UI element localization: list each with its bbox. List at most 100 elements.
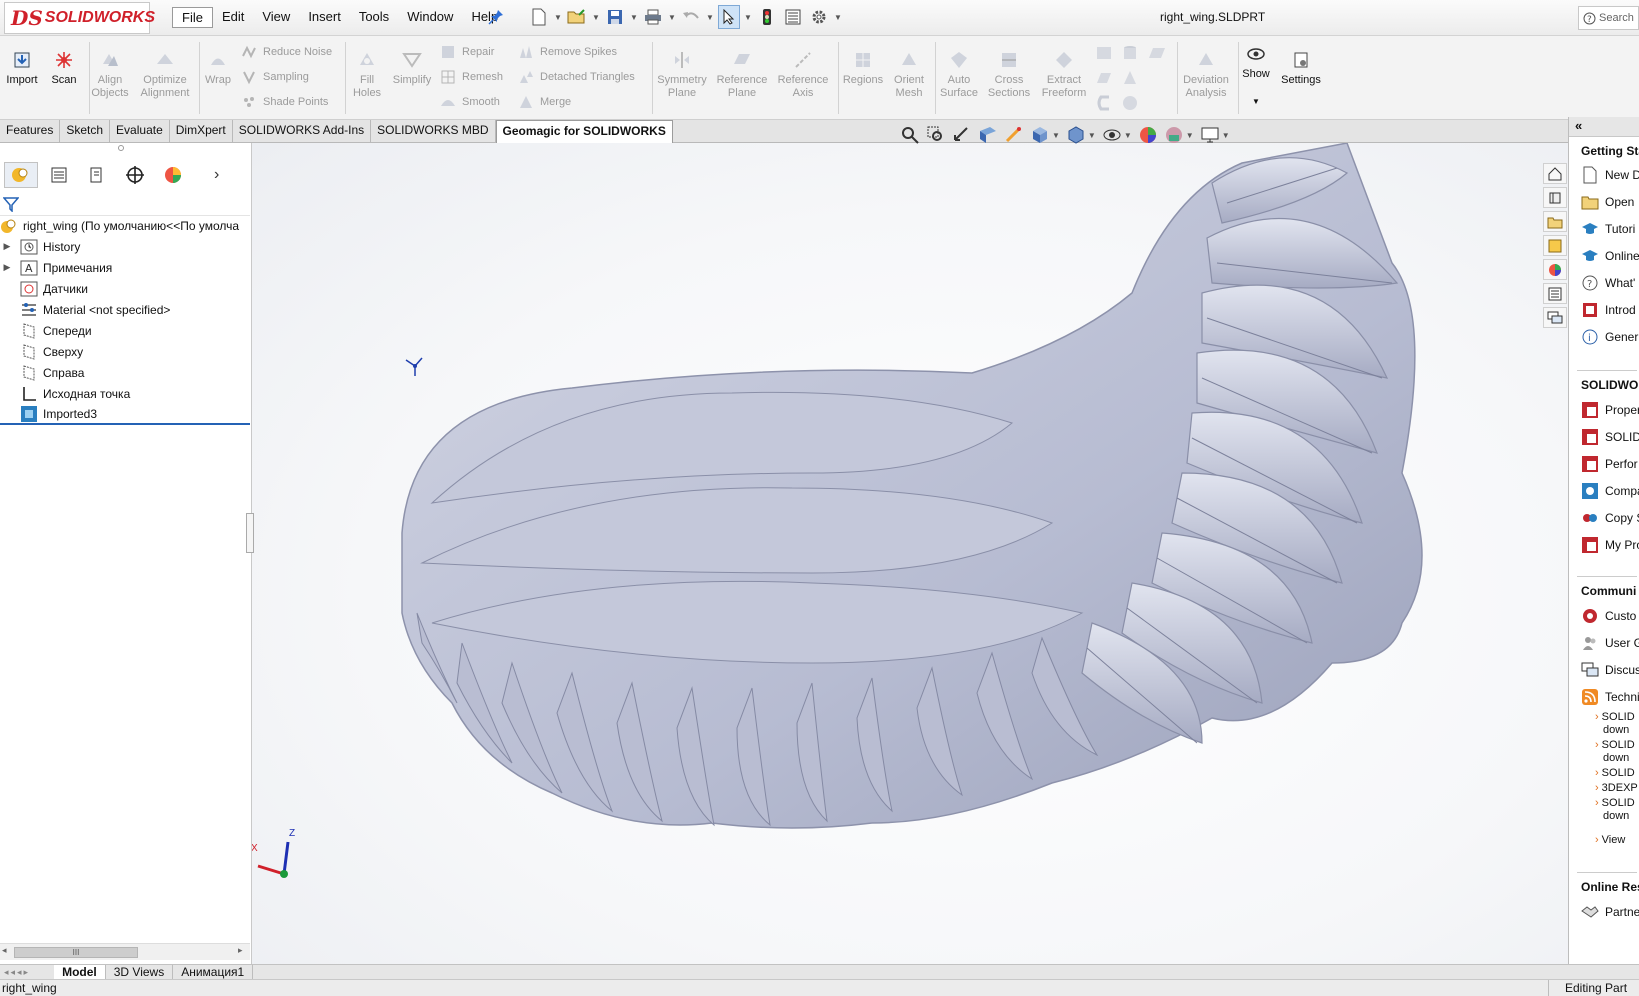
menu-file[interactable]: File bbox=[172, 7, 213, 28]
reference-plane-button[interactable]: Reference Plane bbox=[713, 50, 771, 100]
task-link[interactable]: i Gener bbox=[1581, 328, 1638, 346]
menu-edit[interactable]: Edit bbox=[213, 7, 253, 28]
task-link[interactable]: Proper bbox=[1581, 401, 1639, 419]
menu-tools[interactable]: Tools bbox=[350, 7, 398, 28]
tree-item-sensors[interactable]: Датчики bbox=[0, 278, 250, 299]
view-palette-icon[interactable] bbox=[1543, 235, 1567, 256]
solidworks-logo[interactable]: DS SOLIDWORKS bbox=[4, 2, 155, 34]
home-icon[interactable] bbox=[1543, 163, 1567, 184]
tab-dimxpert[interactable]: DimXpert bbox=[170, 120, 233, 142]
deviation-analysis-button[interactable]: Deviation Analysis bbox=[1179, 50, 1233, 100]
plane-primitive-icon[interactable] bbox=[1148, 44, 1166, 62]
tab-solidworks-addins[interactable]: SOLIDWORKS Add-Ins bbox=[233, 120, 372, 142]
news-item[interactable]: › SOLID bbox=[1595, 767, 1635, 780]
display-manager-tab[interactable] bbox=[156, 162, 190, 188]
tab-evaluate[interactable]: Evaluate bbox=[110, 120, 170, 142]
task-link[interactable]: Perfor bbox=[1581, 455, 1638, 473]
task-link[interactable]: Introd bbox=[1581, 301, 1636, 319]
detached-triangles-button[interactable]: Detached Triangles bbox=[518, 69, 635, 85]
regions-button[interactable]: Regions bbox=[841, 50, 885, 87]
design-library-icon[interactable] bbox=[1543, 187, 1567, 208]
chevron-down-icon[interactable]: ▼ bbox=[554, 13, 562, 22]
apply-scene-icon[interactable] bbox=[1164, 125, 1184, 145]
tree-filter[interactable] bbox=[0, 192, 250, 216]
menu-view[interactable]: View bbox=[253, 7, 299, 28]
wing-mesh-model[interactable] bbox=[252, 143, 1568, 964]
reference-axis-button[interactable]: Reference Axis bbox=[774, 50, 832, 100]
previous-view-icon[interactable] bbox=[952, 125, 972, 145]
wrap-button[interactable]: Wrap bbox=[201, 50, 235, 87]
chevron-down-icon[interactable]: ▼ bbox=[592, 13, 600, 22]
tree-item-material[interactable]: Material <not specified> bbox=[0, 299, 250, 320]
options-gear-icon[interactable] bbox=[808, 5, 830, 29]
chevron-down-icon[interactable]: ▼ bbox=[834, 13, 842, 22]
task-link[interactable]: Compa bbox=[1581, 482, 1639, 500]
task-link[interactable]: Partne bbox=[1581, 903, 1639, 921]
chevron-right-icon[interactable]: › bbox=[214, 166, 219, 184]
chevron-down-icon[interactable]: ▼ bbox=[630, 13, 638, 22]
task-link[interactable]: Technic bbox=[1581, 688, 1639, 706]
tab-nav-arrows-icon[interactable]: ◂◂◂▸ bbox=[0, 967, 34, 978]
custom-properties-icon[interactable] bbox=[1543, 283, 1567, 304]
cross-sections-button[interactable]: Cross Sections bbox=[984, 50, 1034, 100]
tab-sketch[interactable]: Sketch bbox=[60, 120, 111, 142]
chevron-down-icon[interactable]: ▼ bbox=[1186, 131, 1194, 140]
extract-freeform-button[interactable]: Extract Freeform bbox=[1036, 50, 1092, 100]
task-link[interactable]: User G bbox=[1581, 634, 1639, 652]
scrollbar-thumb[interactable]: III bbox=[14, 947, 138, 958]
task-link[interactable]: My Pro bbox=[1581, 536, 1639, 554]
tab-3d-views[interactable]: 3D Views bbox=[106, 964, 174, 980]
task-link[interactable]: SOLID bbox=[1581, 428, 1639, 446]
remove-spikes-button[interactable]: Remove Spikes bbox=[518, 44, 617, 60]
configuration-manager-tab[interactable] bbox=[80, 162, 114, 188]
chevron-down-icon[interactable]: ▼ bbox=[1052, 131, 1060, 140]
chevron-down-icon[interactable]: ▼ bbox=[744, 13, 752, 22]
dynamic-annotation-icon[interactable] bbox=[1004, 125, 1024, 145]
show-button[interactable]: Show ▼ bbox=[1238, 44, 1274, 108]
merge-button[interactable]: Merge bbox=[518, 94, 571, 110]
news-item[interactable]: › 3DEXP bbox=[1595, 782, 1638, 795]
rebuild-traffic-light-icon[interactable] bbox=[756, 5, 778, 29]
forum-icon[interactable] bbox=[1543, 307, 1567, 328]
expand-arrow-icon[interactable]: ▶ bbox=[0, 262, 14, 273]
feature-manager-tab[interactable] bbox=[4, 162, 38, 188]
horizontal-scrollbar[interactable]: ◂ III ▸ bbox=[0, 943, 250, 960]
menu-window[interactable]: Window bbox=[398, 7, 462, 28]
repair-button[interactable]: Repair bbox=[440, 44, 494, 60]
view-settings-monitor-icon[interactable] bbox=[1200, 125, 1220, 145]
dimxpert-manager-tab[interactable] bbox=[118, 162, 152, 188]
fill-holes-button[interactable]: Fill Holes bbox=[350, 50, 384, 100]
settings-button[interactable]: Settings bbox=[1276, 50, 1326, 87]
pane-grip-icon[interactable] bbox=[118, 145, 124, 151]
appearances-icon[interactable] bbox=[1543, 259, 1567, 280]
import-button[interactable]: Import bbox=[5, 50, 39, 87]
select-pointer-icon[interactable] bbox=[718, 5, 740, 29]
chevron-down-icon[interactable]: ▼ bbox=[1124, 131, 1132, 140]
symmetry-plane-button[interactable]: Symmetry Plane bbox=[655, 50, 709, 100]
view-all-link[interactable]: › View bbox=[1595, 834, 1625, 847]
news-item[interactable]: › SOLID down bbox=[1595, 711, 1635, 737]
task-link[interactable]: Tutori bbox=[1581, 220, 1635, 238]
task-link[interactable]: Open bbox=[1581, 193, 1634, 211]
chevron-down-icon[interactable]: ▼ bbox=[1088, 131, 1096, 140]
cone-primitive-icon[interactable] bbox=[1121, 69, 1139, 87]
new-document-icon[interactable] bbox=[528, 5, 550, 29]
sampling-button[interactable]: Sampling bbox=[241, 69, 309, 85]
extrude-primitive-icon[interactable] bbox=[1095, 69, 1113, 87]
save-icon[interactable] bbox=[604, 5, 626, 29]
chevron-down-icon[interactable]: ▼ bbox=[668, 13, 676, 22]
chevron-down-icon[interactable]: ▼ bbox=[1222, 131, 1230, 140]
scroll-right-icon[interactable]: ▸ bbox=[238, 945, 243, 956]
task-link[interactable]: Copy S bbox=[1581, 509, 1639, 527]
chevron-down-icon[interactable]: ▼ bbox=[706, 13, 714, 22]
property-manager-tab[interactable] bbox=[42, 162, 76, 188]
section-view-icon[interactable] bbox=[978, 125, 998, 145]
task-link[interactable]: Discus bbox=[1581, 661, 1639, 679]
tab-solidworks-mbd[interactable]: SOLIDWORKS MBD bbox=[371, 120, 496, 142]
tree-item-right-plane[interactable]: Справа bbox=[0, 362, 250, 383]
align-objects-button[interactable]: Align Objects bbox=[90, 50, 130, 100]
file-explorer-icon[interactable] bbox=[1543, 211, 1567, 232]
sphere-primitive-icon[interactable] bbox=[1121, 94, 1139, 112]
news-item[interactable]: › SOLID down bbox=[1595, 797, 1635, 823]
tab-geomagic[interactable]: Geomagic for SOLIDWORKS bbox=[495, 120, 673, 143]
